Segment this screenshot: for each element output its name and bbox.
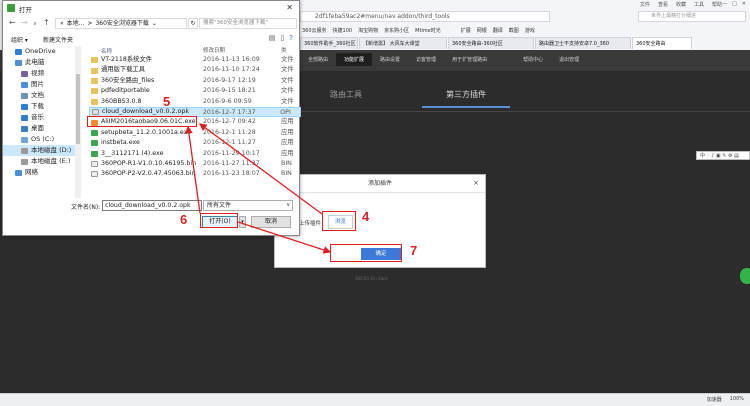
step-number-7: 7 bbox=[410, 243, 418, 258]
arrow-open-to-file bbox=[185, 125, 201, 214]
annotation-arrows bbox=[185, 123, 332, 254]
arrow-browse-to-file bbox=[198, 123, 323, 215]
step-number-6: 6 bbox=[180, 212, 188, 227]
step-number-4: 4 bbox=[362, 209, 370, 224]
step-number-5: 5 bbox=[163, 94, 171, 109]
arrow-open-to-confirm bbox=[237, 221, 332, 254]
